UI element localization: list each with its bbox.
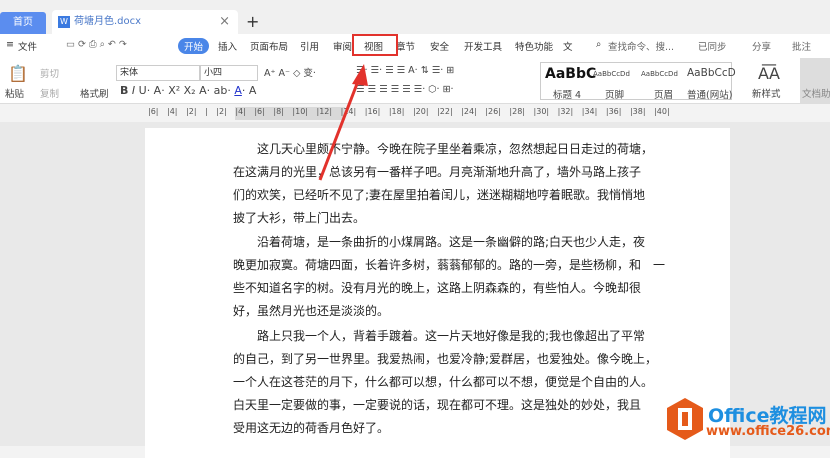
- font-size-select[interactable]: 小四: [200, 65, 258, 81]
- ruler[interactable]: |6| |4| |2| | |2| |4| |6| |8| |10| |12| …: [0, 104, 830, 122]
- tab-document[interactable]: W 荷塘月色.docx ×: [52, 10, 238, 34]
- font-size-controls-icons[interactable]: A⁺ A⁻ ◇ 变·: [264, 65, 316, 79]
- hamburger-icon[interactable]: ≡: [6, 39, 14, 50]
- text-line: 好，虽然月光也还是淡淡的。: [233, 304, 390, 318]
- style-header-label[interactable]: 页眉: [654, 87, 673, 101]
- text-line: 的自己，到了另一世界里。我爱热闹，也爱冷静;爱群居，也爱独处。像今晚上，: [233, 352, 658, 366]
- text-line: 一个人在这苍茫的月下，什么都可以想，什么都可以不想，便觉是个自由的人。: [233, 375, 654, 389]
- share-button[interactable]: 分享: [752, 39, 771, 53]
- font-select[interactable]: 宋体: [116, 65, 200, 81]
- search-icon: ⌕: [596, 39, 602, 50]
- menu-item-layout[interactable]: 页面布局: [250, 39, 288, 53]
- text-line: 在这满月的光里，总该另有一番样子吧。月亮渐渐地升高了，墙外马路上孩子: [233, 165, 642, 179]
- menu-item-start[interactable]: 开始: [178, 38, 210, 54]
- menu-item-review[interactable]: 审阅: [333, 39, 352, 53]
- text-line: 路上只我一个人，背着手踱着。这一片天地好像是我的;我也像超出了平常: [257, 329, 646, 343]
- toolbar: 📋 粘贴 剪切 复制 格式刷 宋体 小四 A⁺ A⁻ ◇ 变· B I U· A…: [0, 58, 830, 104]
- style-footer-label[interactable]: 页脚: [605, 87, 624, 101]
- format-painter-button[interactable]: 格式刷: [80, 86, 109, 100]
- menu-file[interactable]: 文件: [18, 39, 37, 53]
- paste-button[interactable]: 粘贴: [5, 86, 24, 100]
- office-logo-icon: [667, 398, 703, 440]
- tab-home[interactable]: 首页: [0, 12, 46, 34]
- text-line: 白天里一定要做的事，一定要说的话，现在都可不理。这是独处的妙处，我且: [233, 398, 642, 412]
- menu-item-features[interactable]: 特色功能: [515, 39, 553, 53]
- document-assistant-button[interactable]: 文档助手: [800, 58, 830, 104]
- style-normal-web-sample[interactable]: AaBbCcD: [687, 67, 736, 79]
- cut-button[interactable]: 剪切: [40, 66, 59, 80]
- text-line: 晚更加寂寞。荷塘四面，长着许多树，蓊蓊郁郁的。路的一旁，是些杨柳，和 一: [233, 258, 666, 272]
- view-highlight-box: [352, 34, 398, 56]
- new-style-button[interactable]: 新样式: [752, 86, 781, 100]
- tab-document-title: 荷塘月色.docx: [74, 16, 142, 27]
- menu-item-more[interactable]: 文: [563, 39, 573, 53]
- tab-bar: 首页 W 荷塘月色.docx × +: [0, 0, 830, 34]
- paste-icon[interactable]: 📋: [8, 64, 28, 83]
- text-line: 这几天心里颇不宁静。今晚在院子里坐着乘凉，忽然想起日日走过的荷塘，: [257, 142, 654, 156]
- paragraph-icons[interactable]: ☰· ☰· ☰ ☰ A· ⇅ ☰· ⊞: [356, 65, 454, 76]
- comment-button[interactable]: 批注: [792, 39, 811, 53]
- text-line: 受用这无边的荷香月色好了。: [233, 421, 390, 435]
- menu-item-security[interactable]: 安全: [430, 39, 449, 53]
- text-line: 披了大衫，带上门出去。: [233, 211, 366, 225]
- copy-button[interactable]: 复制: [40, 86, 59, 100]
- menu-item-insert[interactable]: 插入: [218, 39, 237, 53]
- paragraph-3: 路上只我一个人，背着手踱着。这一片天地好像是我的;我也像超出了平常 的自己，到了…: [233, 325, 665, 440]
- text-line: 们的欢笑，已经听不见了;妻在屋里拍着闰儿，迷迷糊糊地哼着眠歌。我悄悄地: [233, 188, 646, 202]
- text-format-icons[interactable]: B I U· A· X² X₂ A· ab· A· A: [120, 84, 256, 97]
- style-header-sample[interactable]: AaBbCcDd: [641, 70, 678, 78]
- word-doc-icon: W: [58, 16, 70, 28]
- align-icons[interactable]: ☰ ☰ ☰ ☰ ☰ ☰· ⬡· ⊞·: [356, 84, 454, 95]
- paragraph-1: 这几天心里颇不宁静。今晚在院子里坐着乘凉，忽然想起日日走过的荷塘， 在这满月的光…: [233, 138, 665, 230]
- document-assistant-label: 文档助手: [802, 89, 830, 100]
- search-command-input[interactable]: 查找命令、搜...: [608, 39, 674, 53]
- text-line: 沿着荷塘，是一条曲折的小煤屑路。这是一条幽僻的路;白天也少人走，夜: [257, 235, 646, 249]
- paragraph-2: 沿着荷塘，是一条曲折的小煤屑路。这是一条幽僻的路;白天也少人走，夜 晚更加寂寞。…: [233, 231, 665, 323]
- document-page[interactable]: 这几天心里颇不宁静。今晚在院子里坐着乘凉，忽然想起日日走过的荷塘， 在这满月的光…: [145, 128, 730, 458]
- style-footer-sample[interactable]: AaBbCcDd: [593, 70, 630, 78]
- ruler-ticks: |6| |4| |2| | |2| |4| |6| |8| |10| |12| …: [148, 107, 670, 116]
- watermark-url: www.office26.com: [706, 424, 830, 439]
- text-line: 些不知道名字的树。没有月光的晚上，这路上阴森森的，有些怕人。今晚却很: [233, 281, 642, 295]
- style-heading4-sample[interactable]: AaBbC: [545, 66, 596, 82]
- sync-button[interactable]: 已同步: [698, 39, 727, 53]
- menu-bar: ≡ 文件 ▭ ⟳ ⎙ ⌕ ↶ ↷ 开始 插入 页面布局 引用 审阅 视图 章节 …: [0, 34, 830, 58]
- menu-item-developer[interactable]: 开发工具: [464, 39, 502, 53]
- new-style-icon: A͞A: [758, 64, 780, 83]
- new-tab-button[interactable]: +: [246, 12, 259, 31]
- style-heading4-label[interactable]: 标题 4: [553, 87, 581, 101]
- quick-access-icons[interactable]: ▭ ⟳ ⎙ ⌕ ↶ ↷: [66, 39, 127, 50]
- close-tab-icon[interactable]: ×: [219, 10, 230, 34]
- style-normal-web-label[interactable]: 普通(网站): [687, 87, 732, 101]
- menu-item-section[interactable]: 章节: [396, 39, 415, 53]
- style-gallery: AaBbC 标题 4 AaBbCcDd 页脚 AaBbCcDd 页眉 AaBbC…: [540, 62, 736, 101]
- menu-item-references[interactable]: 引用: [300, 39, 319, 53]
